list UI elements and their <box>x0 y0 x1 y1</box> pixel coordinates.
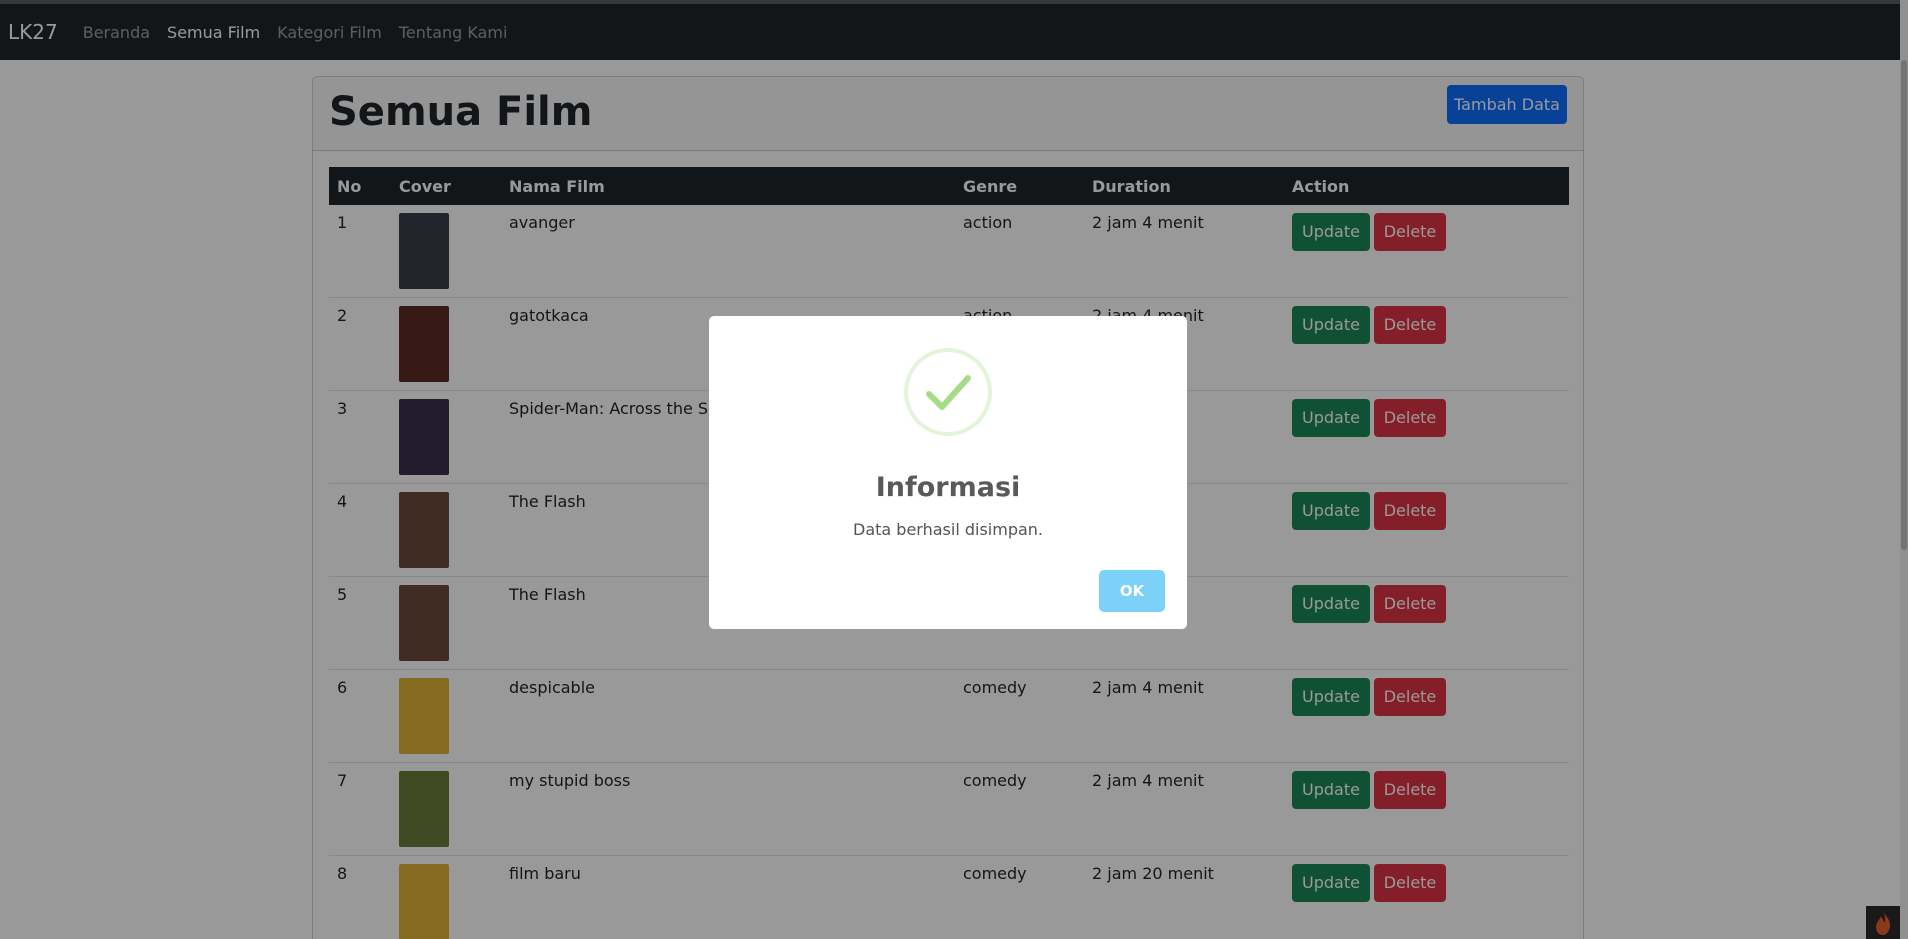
ok-button[interactable]: OK <box>1099 570 1165 612</box>
success-check-icon <box>904 348 992 436</box>
info-dialog: Informasi Data berhasil disimpan. OK <box>709 316 1187 629</box>
dialog-title: Informasi <box>875 472 1021 503</box>
dialog-message: Data berhasil disimpan. <box>853 520 1043 539</box>
